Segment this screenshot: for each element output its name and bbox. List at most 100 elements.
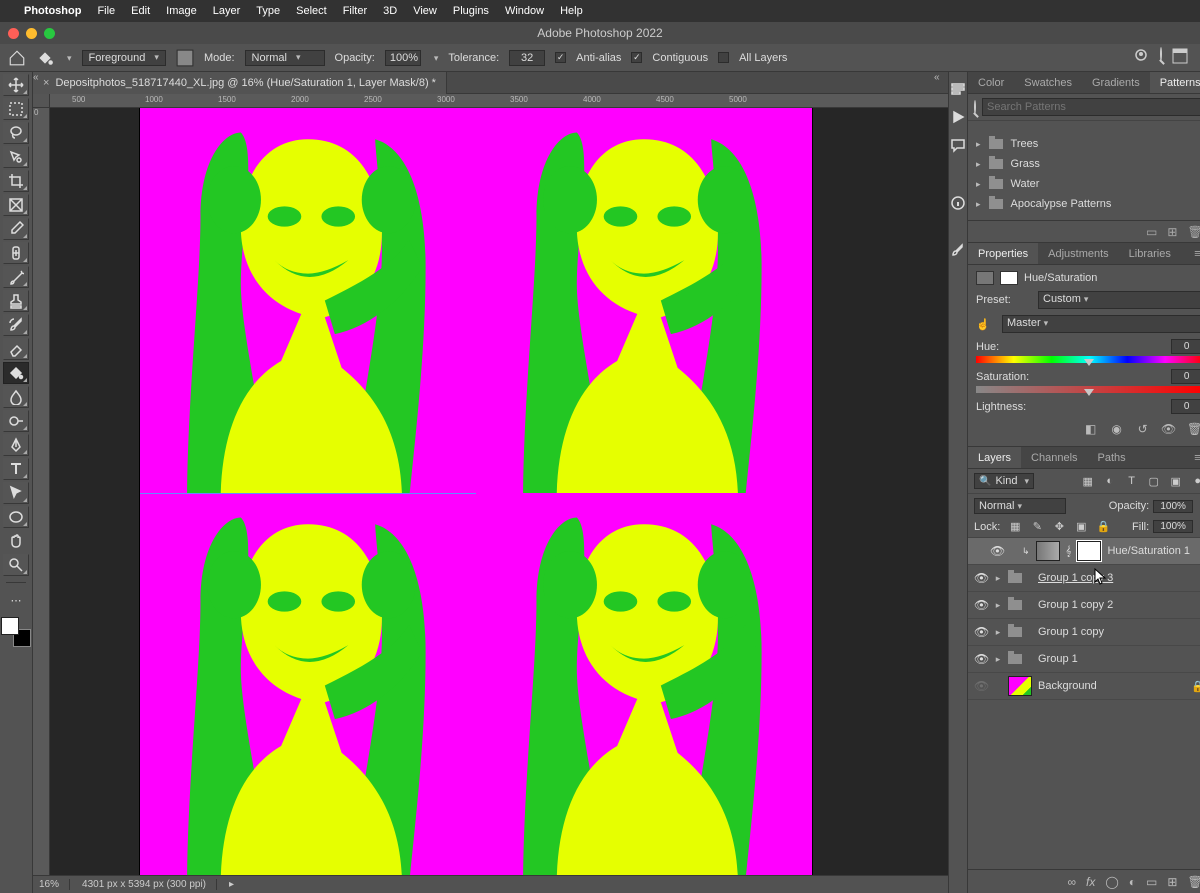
hue-slider[interactable]: Hue:0 bbox=[976, 339, 1200, 363]
filter-type-icon[interactable]: T bbox=[1125, 474, 1139, 488]
ruler-origin[interactable] bbox=[33, 94, 50, 108]
marquee-tool[interactable] bbox=[3, 98, 29, 120]
foreground-color-swatch[interactable] bbox=[1, 617, 19, 635]
comments-panel-icon[interactable] bbox=[949, 136, 967, 154]
menu-3d[interactable]: 3D bbox=[383, 5, 397, 17]
collapse-right-icon[interactable]: « bbox=[934, 72, 944, 82]
tab-properties[interactable]: Properties bbox=[968, 243, 1038, 264]
hand-tool[interactable] bbox=[3, 530, 29, 552]
mask-thumb[interactable] bbox=[1077, 541, 1101, 561]
add-mask-icon[interactable]: ◯ bbox=[1105, 875, 1118, 889]
menu-edit[interactable]: Edit bbox=[131, 5, 150, 17]
layer-list[interactable]: 👁 ↳ 𝄞 Hue/Saturation 1 👁 ▸ Group 1 copy … bbox=[968, 538, 1200, 869]
lock-transparency-icon[interactable]: ▦ bbox=[1008, 520, 1022, 533]
layer-row[interactable]: 👁 ↳ 𝄞 Hue/Saturation 1 bbox=[968, 538, 1200, 565]
finger-scrub-icon[interactable]: ☝ bbox=[976, 318, 996, 331]
expand-group-icon[interactable]: ▸ bbox=[994, 600, 1002, 611]
zoom-level[interactable]: 16% bbox=[39, 879, 70, 890]
zoom-tool[interactable] bbox=[3, 554, 29, 576]
layer-name[interactable]: Hue/Saturation 1 bbox=[1107, 545, 1200, 557]
pen-tool[interactable] bbox=[3, 434, 29, 456]
menu-plugins[interactable]: Plugins bbox=[453, 5, 489, 17]
layer-name[interactable]: Background bbox=[1038, 680, 1185, 692]
layer-row[interactable]: 👁 ▸ Group 1 copy 2 bbox=[968, 592, 1200, 619]
close-tab-icon[interactable]: × bbox=[43, 77, 49, 89]
vertical-ruler[interactable]: 0 bbox=[33, 108, 50, 875]
edit-toolbar-button[interactable]: ⋯ bbox=[3, 589, 29, 611]
new-adjustment-icon[interactable]: ◐ bbox=[1129, 875, 1136, 889]
tab-swatches[interactable]: Swatches bbox=[1014, 72, 1082, 93]
layer-thumb[interactable] bbox=[1008, 676, 1032, 696]
layer-fx-icon[interactable]: fx bbox=[1086, 875, 1095, 889]
menu-select[interactable]: Select bbox=[296, 5, 327, 17]
toggle-visibility-icon[interactable]: ◉ bbox=[1109, 422, 1125, 436]
layer-row[interactable]: 👁 ▸ Group 1 copy bbox=[968, 619, 1200, 646]
link-layers-icon[interactable]: ∞ bbox=[1067, 875, 1076, 889]
menu-layer[interactable]: Layer bbox=[213, 5, 241, 17]
filter-toggle-icon[interactable]: ● bbox=[1191, 474, 1200, 488]
preview-icon[interactable]: 👁 bbox=[1161, 422, 1177, 436]
filter-shape-icon[interactable]: ▢ bbox=[1147, 474, 1161, 488]
layer-blend-mode-select[interactable]: Normal bbox=[974, 498, 1066, 514]
lightness-value[interactable]: 0 bbox=[1171, 399, 1200, 414]
new-pattern-icon[interactable]: ⊞ bbox=[1167, 225, 1177, 239]
opacity-input[interactable]: 100% bbox=[385, 50, 421, 66]
menu-type[interactable]: Type bbox=[256, 5, 280, 17]
blur-tool[interactable] bbox=[3, 386, 29, 408]
tab-libraries[interactable]: Libraries bbox=[1119, 243, 1181, 264]
visibility-toggle[interactable]: 👁 bbox=[990, 544, 1004, 558]
document-tab[interactable]: × Depositphotos_518717440_XL.jpg @ 16% (… bbox=[33, 72, 447, 94]
lock-position-icon[interactable]: ✥ bbox=[1052, 520, 1066, 533]
lightness-slider[interactable]: Lightness:0 bbox=[976, 399, 1200, 414]
expand-group-icon[interactable]: ▸ bbox=[994, 654, 1002, 665]
visibility-toggle[interactable]: 👁 bbox=[974, 571, 988, 585]
channel-select[interactable]: Master bbox=[1002, 315, 1200, 333]
history-brush-tool[interactable] bbox=[3, 314, 29, 336]
tab-channels[interactable]: Channels bbox=[1021, 447, 1087, 468]
hue-value[interactable]: 0 bbox=[1171, 339, 1200, 354]
app-menu[interactable]: Photoshop bbox=[24, 5, 81, 17]
delete-adjustment-icon[interactable]: 🗑 bbox=[1187, 422, 1200, 436]
lock-pixels-icon[interactable]: ✎ bbox=[1030, 520, 1044, 533]
layer-name[interactable]: Group 1 copy bbox=[1038, 626, 1200, 638]
visibility-toggle[interactable]: 👁 bbox=[974, 625, 988, 639]
delete-pattern-icon[interactable]: 🗑 bbox=[1187, 225, 1200, 239]
pattern-group[interactable]: Trees bbox=[968, 134, 1200, 154]
menu-file[interactable]: File bbox=[97, 5, 115, 17]
layer-row[interactable]: 👁 ▸ Group 1 bbox=[968, 646, 1200, 673]
eyedropper-tool[interactable] bbox=[3, 218, 29, 240]
delete-layer-icon[interactable]: 🗑 bbox=[1187, 875, 1200, 889]
document-dimensions[interactable]: 4301 px x 5394 px (300 ppi) bbox=[82, 879, 217, 890]
frame-tool[interactable] bbox=[3, 194, 29, 216]
lock-all-icon[interactable]: 🔒 bbox=[1096, 520, 1110, 533]
tab-color[interactable]: Color bbox=[968, 72, 1014, 93]
tolerance-input[interactable]: 32 bbox=[509, 50, 545, 66]
home-button[interactable] bbox=[8, 50, 26, 66]
visibility-toggle[interactable]: 👁 bbox=[974, 652, 988, 666]
filter-smartobj-icon[interactable]: ▣ bbox=[1169, 474, 1183, 488]
contiguous-checkbox[interactable]: ✓ bbox=[631, 52, 642, 63]
crop-tool[interactable] bbox=[3, 170, 29, 192]
stamp-tool[interactable] bbox=[3, 290, 29, 312]
new-group-icon[interactable]: ▭ bbox=[1146, 875, 1157, 889]
filter-adjustment-icon[interactable]: ◐ bbox=[1103, 474, 1117, 488]
search-icon[interactable] bbox=[1160, 48, 1162, 67]
expand-group-icon[interactable]: ▸ bbox=[994, 573, 1002, 584]
close-window-button[interactable] bbox=[8, 28, 19, 39]
layer-filter-kind[interactable]: 🔍Kind bbox=[974, 473, 1034, 489]
pattern-group[interactable]: Water bbox=[968, 174, 1200, 194]
lock-artboard-icon[interactable]: ▣ bbox=[1074, 520, 1088, 533]
pattern-picker[interactable] bbox=[176, 50, 194, 66]
new-layer-icon[interactable]: ⊞ bbox=[1167, 875, 1177, 889]
layer-row[interactable]: 👁 ▸ Group 1 copy 3 bbox=[968, 565, 1200, 592]
antialias-checkbox[interactable]: ✓ bbox=[555, 52, 566, 63]
info-panel-icon[interactable] bbox=[949, 194, 967, 212]
tab-gradients[interactable]: Gradients bbox=[1082, 72, 1150, 93]
all-layers-checkbox[interactable] bbox=[718, 52, 729, 63]
layer-name[interactable]: Group 1 copy 3 bbox=[1038, 572, 1200, 584]
brushes-panel-icon[interactable] bbox=[949, 242, 967, 260]
brush-tool[interactable] bbox=[3, 266, 29, 288]
menu-image[interactable]: Image bbox=[166, 5, 197, 17]
actions-panel-icon[interactable] bbox=[949, 108, 967, 126]
layer-fill-input[interactable]: 100% bbox=[1153, 520, 1193, 533]
